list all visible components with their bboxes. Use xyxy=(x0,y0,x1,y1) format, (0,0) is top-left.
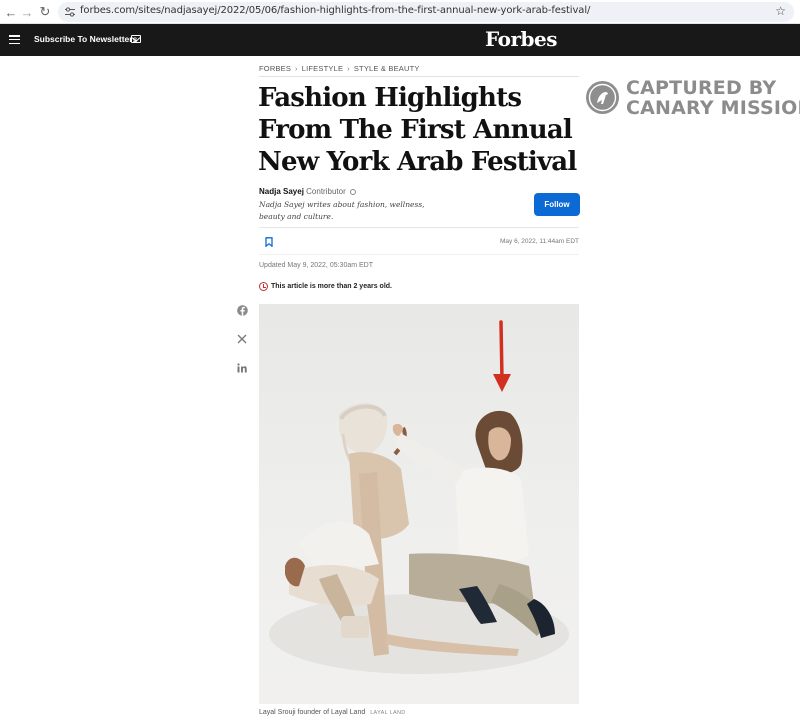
breadcrumb: FORBES › LIFESTYLE › STYLE & BEAUTY xyxy=(259,64,420,73)
url-text[interactable]: forbes.com/sites/nadjasayej/2022/05/06/f… xyxy=(80,5,590,16)
site-header: Subscribe To Newsletters Forbes xyxy=(0,24,800,56)
menu-icon[interactable] xyxy=(9,35,20,45)
breadcrumb-item-forbes[interactable]: FORBES xyxy=(259,64,291,73)
subscribe-link[interactable]: Subscribe To Newsletters xyxy=(34,34,137,44)
author-role: Contributor xyxy=(306,187,346,196)
address-bar[interactable]: forbes.com/sites/nadjasayej/2022/05/06/f… xyxy=(58,2,794,22)
chevron-right-icon: › xyxy=(347,64,350,73)
divider xyxy=(259,227,579,228)
published-date: May 6, 2022, 11:44am EDT xyxy=(499,238,579,245)
forward-arrow-icon[interactable]: → xyxy=(18,3,36,21)
follow-button[interactable]: Follow xyxy=(534,193,580,216)
breadcrumb-item-lifestyle[interactable]: LIFESTYLE xyxy=(302,64,343,73)
author-bio: Nadja Sayej writes about fashion, wellne… xyxy=(259,200,425,221)
article-image xyxy=(259,304,579,704)
image-credit: LAYAL LAND xyxy=(370,710,406,716)
caption-text: Layal Srouji founder of Layal Land xyxy=(259,709,366,716)
mail-icon[interactable] xyxy=(131,35,141,43)
red-arrow-annotation xyxy=(493,320,511,392)
bookmark-icon[interactable] xyxy=(265,237,273,247)
author-line: Nadja Sayej Contributor xyxy=(259,187,356,196)
article-age-notice: This article is more than 2 years old. xyxy=(259,282,392,291)
info-icon[interactable] xyxy=(349,188,356,195)
facebook-icon[interactable] xyxy=(236,304,248,316)
linkedin-icon[interactable] xyxy=(236,362,248,374)
image-caption: Layal Srouji founder of Layal Land LAYAL… xyxy=(259,709,406,716)
chevron-right-icon: › xyxy=(295,64,298,73)
article-title: Fashion Highlights From The First Annual… xyxy=(258,83,577,177)
reload-icon[interactable]: ↻ xyxy=(36,3,54,21)
clock-icon xyxy=(259,282,268,291)
watermark-line-2: CANARY MISSION xyxy=(626,97,800,119)
bookmark-star-icon[interactable]: ☆ xyxy=(775,4,786,18)
x-icon[interactable] xyxy=(236,333,248,345)
fashion-photo-illustration xyxy=(269,320,569,674)
canary-mission-seal-icon xyxy=(586,81,619,114)
breadcrumb-item-style-beauty[interactable]: STYLE & BEAUTY xyxy=(354,64,420,73)
divider xyxy=(259,254,579,255)
divider xyxy=(259,76,579,77)
browser-toolbar: ← → ↻ forbes.com/sites/nadjasayej/2022/0… xyxy=(0,0,800,24)
watermark-text: CAPTURED BY CANARY MISSION xyxy=(626,78,800,118)
site-settings-icon[interactable] xyxy=(64,6,76,18)
age-notice-text: This article is more than 2 years old. xyxy=(271,283,392,290)
forbes-logo[interactable]: Forbes xyxy=(485,27,557,51)
author-name[interactable]: Nadja Sayej xyxy=(259,187,304,196)
watermark-line-1: CAPTURED BY xyxy=(626,77,777,99)
updated-date: Updated May 9, 2022, 05:30am EDT xyxy=(259,262,374,269)
